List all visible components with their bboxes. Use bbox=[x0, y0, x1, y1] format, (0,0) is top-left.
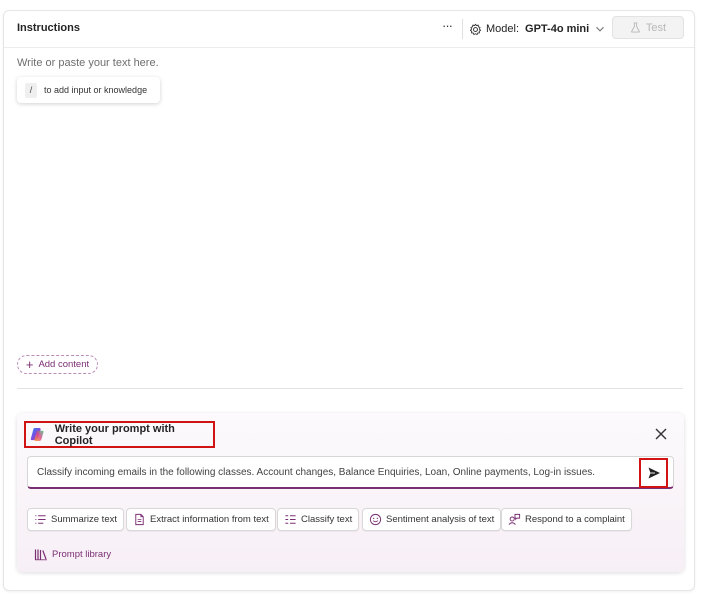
model-label: Model: bbox=[486, 23, 520, 35]
send-icon bbox=[648, 467, 660, 479]
suggestion-label: Extract information from text bbox=[150, 514, 269, 525]
copilot-title: Write your prompt with Copilot bbox=[54, 422, 175, 447]
document-extract-icon bbox=[135, 513, 144, 526]
list-icon bbox=[35, 515, 46, 524]
copilot-prompt-panel: Write your prompt with Copilot Classify … bbox=[17, 413, 684, 572]
panel-header: Instructions ··· Model: GPT-4o mini Test bbox=[4, 11, 694, 48]
prompt-input-text: Classify incoming emails in the followin… bbox=[37, 467, 596, 478]
smiley-icon bbox=[369, 513, 382, 526]
suggestion-label: Respond to a complaint bbox=[525, 514, 625, 525]
copilot-prompt-input[interactable]: Classify incoming emails in the followin… bbox=[27, 456, 674, 489]
prompt-library-label: Prompt library bbox=[52, 549, 112, 560]
slash-key: / bbox=[25, 82, 37, 98]
more-options-button[interactable]: ··· bbox=[440, 19, 454, 37]
gear-icon bbox=[469, 23, 482, 35]
suggestion-extract-information[interactable]: Extract information from text bbox=[126, 508, 276, 531]
suggestion-summarize-text[interactable]: Summarize text bbox=[27, 508, 124, 531]
test-button-label: Test bbox=[645, 21, 667, 34]
suggestion-respond-complaint[interactable]: Respond to a complaint bbox=[501, 508, 632, 531]
person-feedback-icon bbox=[508, 513, 521, 525]
library-books-icon bbox=[34, 549, 47, 561]
suggestion-sentiment-analysis[interactable]: Sentiment analysis of text bbox=[362, 508, 502, 531]
flask-icon bbox=[631, 22, 640, 33]
send-button[interactable] bbox=[639, 458, 668, 488]
chevron-down-icon bbox=[596, 26, 605, 32]
plus-icon: + bbox=[25, 356, 34, 372]
section-divider bbox=[17, 388, 683, 389]
panel-title: Instructions bbox=[17, 22, 80, 34]
suggestion-label: Sentiment analysis of text bbox=[386, 514, 495, 525]
test-button[interactable]: Test bbox=[612, 16, 684, 39]
header-divider bbox=[462, 19, 463, 39]
close-icon[interactable] bbox=[654, 427, 668, 441]
add-content-label: Add content bbox=[38, 359, 90, 370]
copilot-logo-icon bbox=[30, 428, 44, 441]
classify-list-icon bbox=[285, 515, 296, 524]
suggestion-label: Summarize text bbox=[51, 514, 117, 525]
model-selector[interactable]: Model: GPT-4o mini bbox=[469, 20, 605, 38]
suggestion-classify-text[interactable]: Classify text bbox=[277, 508, 360, 531]
instructions-editor[interactable]: Write or paste your text here. bbox=[17, 57, 159, 69]
hint-text: to add input or knowledge bbox=[44, 85, 148, 95]
suggestion-label: Classify text bbox=[301, 514, 353, 525]
model-value: GPT-4o mini bbox=[525, 23, 590, 35]
copilot-title-row: Write your prompt with Copilot bbox=[24, 421, 215, 448]
prompt-library-link[interactable]: Prompt library bbox=[34, 548, 111, 561]
insert-hint-tooltip: / to add input or knowledge bbox=[17, 77, 160, 103]
prompt-editor-panel: Instructions ··· Model: GPT-4o mini Test… bbox=[3, 10, 695, 591]
add-content-button[interactable]: + Add content bbox=[17, 355, 98, 374]
